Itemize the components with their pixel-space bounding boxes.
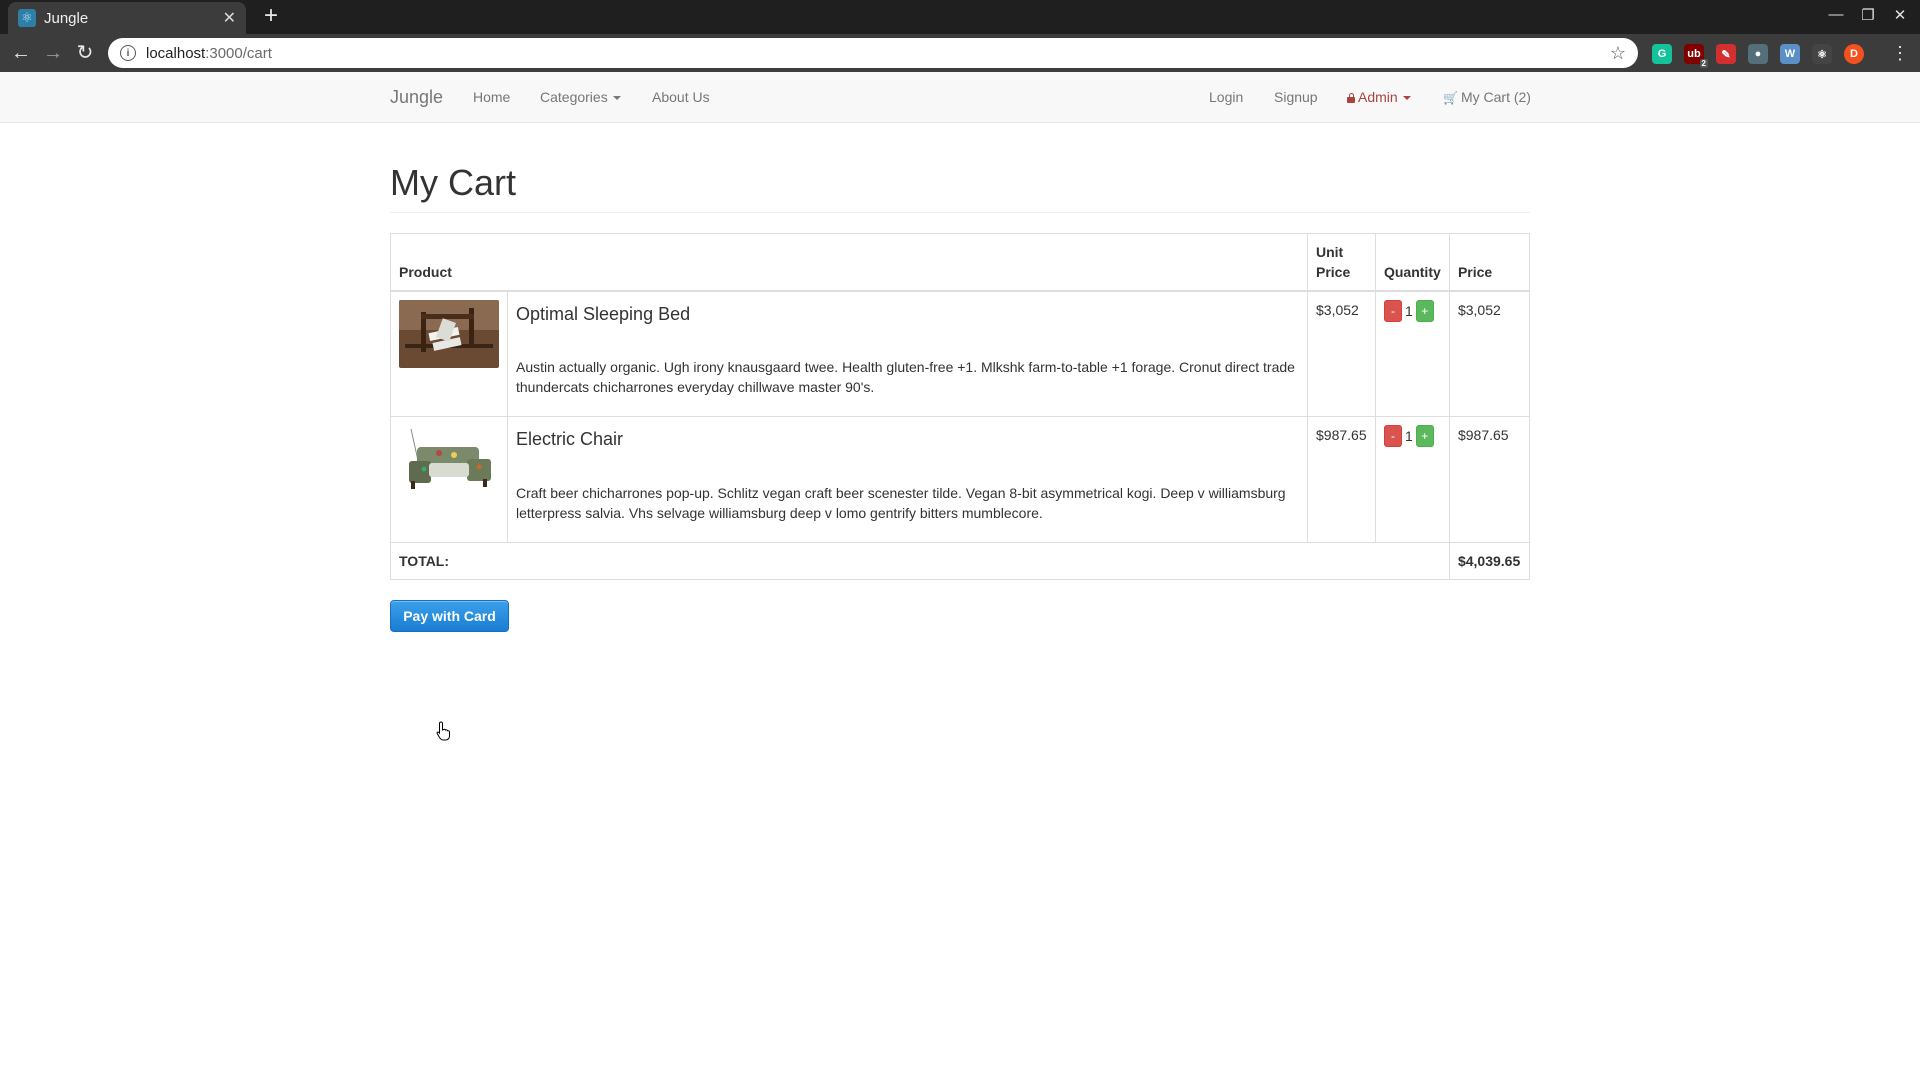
react-devtools-extension-icon[interactable]: ⚛ (1812, 44, 1832, 64)
product-image-cell (390, 416, 508, 544)
nav-cart-label: My Cart (2) (1460, 89, 1531, 105)
grammarly-extension-icon[interactable]: G (1652, 44, 1672, 64)
url-host: localhost (146, 44, 206, 62)
shopping-cart-icon: 🛒 (1443, 91, 1458, 105)
increase-quantity-button[interactable]: + (1415, 425, 1434, 448)
browser-toolbar: ← → ↻ i localhost:3000/cart ☆ Gub 2 ✎ ● W ⚛ D … (0, 34, 1920, 72)
nav-admin-label: Admin (1358, 89, 1398, 105)
main-container: My Cart Product Unit Price Quantity Pric… (390, 123, 1531, 633)
chair-product-image[interactable] (399, 425, 499, 494)
product-info-cell: Electric Chair Craft beer chicharrones p… (507, 416, 1308, 544)
unit-price-cell: $987.65 (1307, 416, 1376, 544)
page-title: My Cart (390, 162, 516, 203)
quantity-value: 1 (1404, 428, 1413, 445)
cart-row: Electric Chair Craft beer chicharrones p… (390, 416, 1531, 544)
quantity-cell: -1 + (1374, 416, 1450, 544)
lock-icon (1347, 93, 1355, 103)
restore-window-icon[interactable]: ❐ (1858, 6, 1878, 24)
nav-cart-link[interactable]: 🛒 My Cart (2) (1443, 89, 1531, 105)
quantity-value: 1 (1404, 302, 1413, 319)
decrease-quantity-button[interactable]: - (1383, 299, 1402, 322)
caret-down-icon (1402, 96, 1411, 101)
reload-icon[interactable]: ↻ (73, 41, 97, 65)
line-price-cell: $987.65 (1448, 416, 1531, 544)
hand-pointer-cursor-icon (436, 721, 450, 741)
header-unit-price: Unit Price (1307, 232, 1376, 292)
nav-about-link[interactable]: About Us (652, 89, 710, 105)
cart-table: Product Unit Price Quantity Price Optima… (390, 232, 1531, 581)
product-info-cell: Optimal Sleeping Bed Austin actually org… (507, 290, 1308, 418)
new-tab-button[interactable]: + (258, 4, 284, 30)
increase-quantity-button[interactable]: + (1415, 299, 1434, 322)
address-bar[interactable]: i localhost:3000/cart ☆ (108, 38, 1638, 68)
close-tab-icon[interactable]: ✕ (223, 8, 236, 28)
forward-arrow-icon[interactable]: → (41, 41, 65, 65)
site-navbar: Jungle Home Categories About Us Login Si… (0, 72, 1920, 123)
tab-title: Jungle (44, 9, 89, 27)
product-description: Austin actually organic. Ugh irony knaus… (516, 359, 1295, 396)
product-description: Craft beer chicharrones pop-up. Schlitz … (516, 484, 1286, 521)
browser-menu-icon[interactable]: ⋮ (1888, 41, 1912, 65)
pdf-extension-icon[interactable]: ✎ (1716, 44, 1736, 64)
ublock-extension-icon[interactable]: ub 2 (1684, 44, 1708, 68)
header-product: Product (390, 232, 1308, 292)
header-quantity: Quantity (1374, 232, 1450, 292)
bookmark-star-icon[interactable]: ☆ (1610, 43, 1626, 64)
caret-down-icon (612, 96, 621, 101)
wappalyzer-extension-icon[interactable]: W (1780, 44, 1800, 64)
cart-table-header: Product Unit Price Quantity Price (390, 232, 1531, 292)
nav-signup-link[interactable]: Signup (1274, 89, 1318, 105)
nav-home-link[interactable]: Home (473, 89, 510, 105)
decrease-quantity-button[interactable]: - (1383, 425, 1402, 448)
cart-row: Optimal Sleeping Bed Austin actually org… (390, 290, 1531, 418)
product-name[interactable]: Electric Chair (516, 427, 1299, 453)
nav-categories-dropdown[interactable]: Categories (540, 89, 621, 105)
page-header: My Cart (390, 163, 1530, 213)
bed-product-image[interactable] (399, 299, 499, 368)
close-window-icon[interactable]: ✕ (1890, 6, 1910, 24)
pay-with-card-button[interactable]: Pay with Card (390, 600, 509, 633)
brand-link[interactable]: Jungle (390, 87, 443, 108)
extension-badge: 2 (1699, 59, 1708, 68)
browser-tabstrip: ⚛ Jungle ✕ + — ❐ ✕ (0, 0, 1920, 34)
nav-admin-dropdown[interactable]: Admin (1347, 89, 1411, 105)
total-label: TOTAL: (390, 542, 1450, 581)
browser-tab[interactable]: ⚛ Jungle ✕ (8, 2, 246, 34)
line-price-cell: $3,052 (1448, 290, 1531, 418)
nav-categories-label: Categories (540, 89, 608, 105)
product-image-cell (390, 290, 508, 418)
total-row: TOTAL: $4,039.65 (390, 542, 1531, 581)
profile-avatar[interactable]: D (1844, 44, 1864, 64)
quantity-cell: -1 + (1374, 290, 1450, 418)
product-name[interactable]: Optimal Sleeping Bed (516, 302, 1299, 328)
site-info-icon[interactable]: i (120, 45, 136, 61)
web-page: Jungle Home Categories About Us Login Si… (0, 72, 1920, 1080)
unit-price-cell: $3,052 (1307, 290, 1376, 418)
nav-login-link[interactable]: Login (1209, 89, 1243, 105)
minimize-window-icon[interactable]: — (1826, 6, 1846, 23)
header-price: Price (1448, 232, 1531, 292)
circle-extension-icon[interactable]: ● (1748, 44, 1768, 64)
url-path: :3000/cart (205, 44, 272, 62)
react-favicon-icon: ⚛ (18, 9, 36, 27)
back-arrow-icon[interactable]: ← (9, 41, 33, 65)
total-value: $4,039.65 (1448, 542, 1531, 581)
